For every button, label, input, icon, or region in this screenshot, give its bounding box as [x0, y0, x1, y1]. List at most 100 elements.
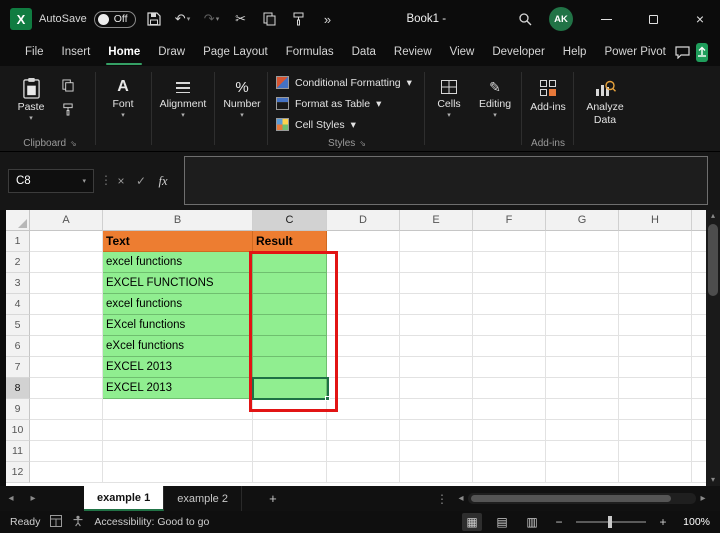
addins-button[interactable]: Add-ins	[526, 68, 570, 114]
menu-tab-page-layout[interactable]: Page Layout	[194, 38, 277, 66]
dialog-launcher-icon[interactable]: ⇘	[70, 139, 77, 148]
cell-A4[interactable]	[30, 294, 103, 315]
macro-record-icon[interactable]	[50, 515, 62, 530]
horizontal-scroll-track[interactable]	[468, 493, 696, 504]
row-header-3[interactable]: 3	[6, 273, 30, 294]
col-header-C[interactable]: C	[253, 210, 327, 231]
menu-tab-developer[interactable]: Developer	[483, 38, 553, 66]
cell-D5[interactable]	[327, 315, 400, 336]
cell-B5[interactable]: EXcel functions	[103, 315, 253, 336]
row-header-8[interactable]: 8	[6, 378, 30, 399]
cell-C12[interactable]	[253, 462, 327, 483]
cell-C4[interactable]	[253, 294, 327, 315]
menu-tab-formulas[interactable]: Formulas	[277, 38, 343, 66]
cell-D4[interactable]	[327, 294, 400, 315]
menu-tab-view[interactable]: View	[441, 38, 484, 66]
cell-F4[interactable]	[473, 294, 546, 315]
format-as-table-button[interactable]: Format as Table ▾	[276, 94, 422, 113]
menu-tab-home[interactable]: Home	[99, 38, 149, 66]
cell-F6[interactable]	[473, 336, 546, 357]
editing-group-button[interactable]: ✎ Editing ▾	[472, 66, 518, 151]
zoom-slider[interactable]	[576, 521, 646, 523]
row-header-4[interactable]: 4	[6, 294, 30, 315]
sheet-tab-example-1[interactable]: example 1	[84, 486, 164, 511]
cell-A11[interactable]	[30, 441, 103, 462]
cell-E5[interactable]	[400, 315, 473, 336]
cell-E2[interactable]	[400, 252, 473, 273]
cell-D8[interactable]	[327, 378, 400, 399]
cell-C6[interactable]	[253, 336, 327, 357]
cell-D3[interactable]	[327, 273, 400, 294]
vertical-scroll-thumb[interactable]	[708, 224, 718, 296]
col-header-D[interactable]: D	[327, 210, 400, 231]
sheet-tab-example-2[interactable]: example 2	[164, 486, 242, 511]
menu-tab-draw[interactable]: Draw	[149, 38, 194, 66]
more-commands-icon[interactable]: »	[317, 7, 339, 31]
tabbar-options-icon[interactable]: ⋮	[436, 492, 448, 506]
maximize-button[interactable]	[633, 0, 673, 38]
cell-G5[interactable]	[546, 315, 619, 336]
cell-A10[interactable]	[30, 420, 103, 441]
menu-tab-help[interactable]: Help	[554, 38, 596, 66]
cell-E10[interactable]	[400, 420, 473, 441]
undo-icon[interactable]: ↶▾	[172, 7, 194, 31]
cell-G9[interactable]	[546, 399, 619, 420]
conditional-formatting-button[interactable]: Conditional Formatting ▾	[276, 73, 422, 92]
cell-F12[interactable]	[473, 462, 546, 483]
cell-E11[interactable]	[400, 441, 473, 462]
col-header-B[interactable]: B	[103, 210, 253, 231]
cell-H11[interactable]	[619, 441, 692, 462]
cell-A2[interactable]	[30, 252, 103, 273]
cell-C2[interactable]	[253, 252, 327, 273]
col-header-E[interactable]: E	[400, 210, 473, 231]
normal-view-icon[interactable]: ▦	[462, 513, 482, 531]
alignment-group-button[interactable]: Alignment ▾	[156, 66, 210, 151]
cell-E12[interactable]	[400, 462, 473, 483]
menu-tab-insert[interactable]: Insert	[53, 38, 100, 66]
row-header-12[interactable]: 12	[6, 462, 30, 483]
col-header-F[interactable]: F	[473, 210, 546, 231]
cell-F9[interactable]	[473, 399, 546, 420]
cell-H2[interactable]	[619, 252, 692, 273]
redo-icon[interactable]: ↷▾	[201, 7, 223, 31]
horizontal-scroll-thumb[interactable]	[471, 495, 671, 502]
format-painter-icon[interactable]	[288, 7, 310, 31]
cell-G4[interactable]	[546, 294, 619, 315]
cell-F2[interactable]	[473, 252, 546, 273]
format-painter-small-icon[interactable]	[58, 100, 78, 118]
cells-group-button[interactable]: Cells ▾	[429, 66, 469, 151]
font-group-button[interactable]: A Font ▾	[100, 66, 146, 151]
cell-G2[interactable]	[546, 252, 619, 273]
cell-G3[interactable]	[546, 273, 619, 294]
cell-E1[interactable]	[400, 231, 473, 252]
share-button[interactable]	[696, 43, 708, 62]
cell-D2[interactable]	[327, 252, 400, 273]
cell-G10[interactable]	[546, 420, 619, 441]
row-header-10[interactable]: 10	[6, 420, 30, 441]
cell-E6[interactable]	[400, 336, 473, 357]
insert-function-icon[interactable]: fx	[154, 169, 172, 193]
row-header-1[interactable]: 1	[6, 231, 30, 252]
scroll-left-icon[interactable]: ◂	[454, 493, 468, 504]
cell-A6[interactable]	[30, 336, 103, 357]
col-header-H[interactable]: H	[619, 210, 692, 231]
col-header-A[interactable]: A	[30, 210, 103, 231]
page-break-view-icon[interactable]: ▥	[522, 513, 542, 531]
cell-styles-button[interactable]: Cell Styles ▾	[276, 115, 422, 134]
scroll-right-icon[interactable]: ▸	[696, 493, 710, 504]
cell-E8[interactable]	[400, 378, 473, 399]
cell-A7[interactable]	[30, 357, 103, 378]
analyze-data-button[interactable]: Analyze Data	[578, 68, 632, 148]
menu-tab-file[interactable]: File	[16, 38, 53, 66]
dialog-launcher-icon[interactable]: ⇘	[359, 139, 366, 148]
cell-H9[interactable]	[619, 399, 692, 420]
accessibility-status[interactable]: Accessibility: Good to go	[94, 516, 209, 528]
cell-C1[interactable]: Result	[253, 231, 327, 252]
page-layout-view-icon[interactable]: ▤	[492, 513, 512, 531]
row-header-9[interactable]: 9	[6, 399, 30, 420]
cell-C10[interactable]	[253, 420, 327, 441]
number-group-button[interactable]: % Number ▾	[219, 66, 265, 151]
col-header-G[interactable]: G	[546, 210, 619, 231]
horizontal-scrollbar[interactable]: ◂ ▸	[454, 493, 710, 504]
cell-B9[interactable]	[103, 399, 253, 420]
